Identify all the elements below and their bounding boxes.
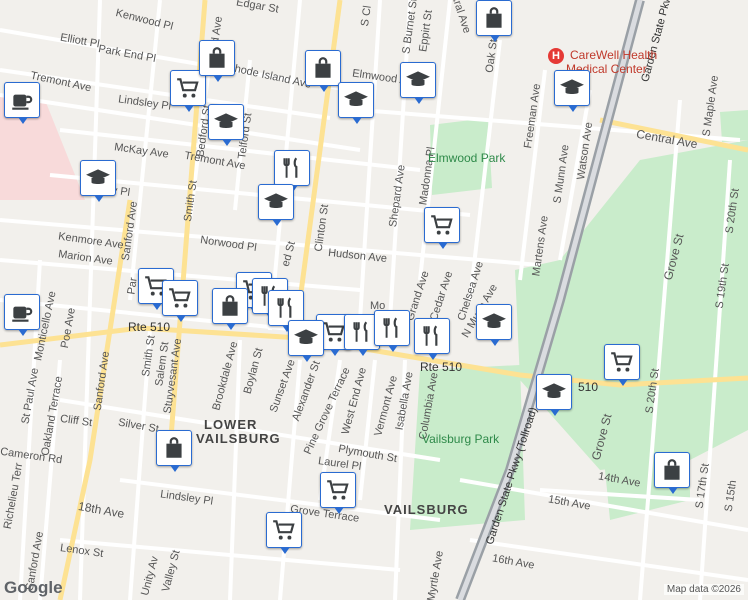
shopping-bag-icon [217, 293, 243, 319]
restaurant-icon [349, 319, 375, 345]
shopping-pin[interactable] [654, 452, 690, 494]
grocery-pin[interactable] [604, 344, 640, 386]
shopping-pin[interactable] [156, 430, 192, 472]
grocery-pin[interactable] [162, 280, 198, 322]
school-icon [559, 75, 585, 101]
restaurant-pin[interactable] [374, 310, 410, 352]
restaurant-icon [379, 315, 405, 341]
school-icon [343, 87, 369, 113]
shopping-pin[interactable] [212, 288, 248, 330]
grocery-icon [325, 477, 351, 503]
park-label: Vailsburg Park [422, 432, 500, 446]
hospital-icon[interactable]: H [548, 48, 564, 64]
grocery-icon [429, 212, 455, 238]
school-icon [263, 189, 289, 215]
route-label: 510 [578, 380, 599, 394]
school-pin[interactable] [536, 374, 572, 416]
shopping-bag-icon [659, 457, 685, 483]
cafe-icon [9, 87, 35, 113]
restaurant-pin[interactable] [274, 150, 310, 192]
google-logo: Google [4, 578, 63, 597]
shopping-bag-icon [161, 435, 187, 461]
grocery-icon [167, 285, 193, 311]
grocery-pin[interactable] [266, 512, 302, 554]
grocery-icon [175, 75, 201, 101]
park-label: Elmwood Park [428, 151, 506, 165]
neighborhood-label: VAILSBURG [196, 431, 281, 446]
restaurant-icon [279, 155, 305, 181]
cafe-icon [9, 299, 35, 325]
shopping-bag-icon [204, 45, 230, 71]
school-pin[interactable] [476, 304, 512, 346]
school-icon [481, 309, 507, 335]
restaurant-icon [273, 295, 299, 321]
map-canvas[interactable]: Kenwood Pl Elliott Pl Park End Pl Tremon… [0, 0, 748, 600]
neighborhood-label: LOWER [204, 417, 258, 432]
school-pin[interactable] [400, 62, 436, 104]
shopping-pin[interactable] [199, 40, 235, 82]
grocery-icon [609, 349, 635, 375]
grocery-icon [271, 517, 297, 543]
neighborhood-label: VAILSBURG [384, 502, 469, 517]
school-icon [213, 109, 239, 135]
shopping-pin[interactable] [305, 50, 341, 92]
route-label: Rte 510 [128, 320, 171, 334]
school-pin[interactable] [208, 104, 244, 146]
grocery-pin[interactable] [424, 207, 460, 249]
restaurant-icon [419, 323, 445, 349]
school-pin[interactable] [258, 184, 294, 226]
school-icon [85, 165, 111, 191]
shopping-pin[interactable] [476, 0, 512, 42]
cafe-pin[interactable] [4, 82, 40, 124]
cafe-pin[interactable] [4, 294, 40, 336]
route-label: Rte 510 [420, 360, 463, 374]
restaurant-pin[interactable] [414, 318, 450, 360]
school-pin[interactable] [288, 320, 324, 362]
poi-label[interactable]: CareWell Health [570, 48, 657, 62]
school-icon [541, 379, 567, 405]
school-icon [405, 67, 431, 93]
map-attribution[interactable]: Map data ©2026 [663, 584, 744, 595]
school-pin[interactable] [554, 70, 590, 112]
grocery-pin[interactable] [320, 472, 356, 514]
shopping-bag-icon [310, 55, 336, 81]
school-pin[interactable] [80, 160, 116, 202]
school-icon [293, 325, 319, 351]
school-pin[interactable] [338, 82, 374, 124]
shopping-bag-icon [481, 5, 507, 31]
